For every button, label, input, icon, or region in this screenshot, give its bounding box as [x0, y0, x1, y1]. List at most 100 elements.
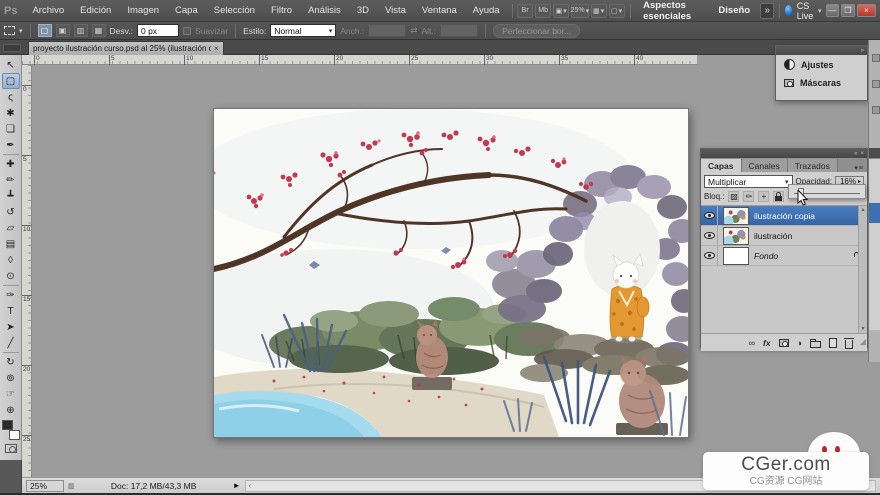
- layer-row-ilustracion[interactable]: ilustración: [701, 226, 867, 246]
- rectangular-marquee-tool[interactable]: ▢: [2, 73, 20, 89]
- dodge-tool[interactable]: ⊙: [2, 268, 20, 284]
- scroll-left-icon[interactable]: ‹: [249, 481, 252, 490]
- quick-mask-button[interactable]: [5, 444, 17, 453]
- quick-selection-tool[interactable]: ✱: [2, 105, 20, 121]
- selection-intersect-button[interactable]: ▦: [92, 24, 106, 37]
- style-select[interactable]: Normal▾: [270, 24, 336, 37]
- close-tab-icon[interactable]: ×: [214, 44, 219, 53]
- layer-style-icon[interactable]: fx: [763, 338, 771, 348]
- selection-add-button[interactable]: ▣: [56, 24, 70, 37]
- menu-archivo[interactable]: Archivo: [25, 2, 71, 19]
- workspace-diseno[interactable]: Diseño: [710, 2, 758, 19]
- new-group-icon[interactable]: [810, 338, 821, 348]
- foreground-color-swatch[interactable]: [2, 420, 13, 430]
- restore-button[interactable]: ❐: [841, 4, 855, 17]
- layer-thumbnail[interactable]: [723, 247, 749, 265]
- collapse-panel-icon[interactable]: «: [854, 151, 857, 157]
- status-menu-arrow-icon[interactable]: ►: [233, 481, 241, 490]
- document-tab[interactable]: proyecto ilustración curso.psd al 25% (i…: [28, 41, 224, 55]
- menu-seleccion[interactable]: Selección: [207, 2, 262, 19]
- screen-mode-icon[interactable]: ▢▾: [609, 4, 625, 18]
- document-canvas[interactable]: [213, 108, 689, 438]
- blend-mode-select[interactable]: Multiplicar▾: [704, 175, 793, 188]
- layer-row-fondo[interactable]: Fondo: [701, 246, 867, 266]
- clone-stamp-tool[interactable]: ┻: [2, 188, 20, 204]
- antialias-checkbox[interactable]: [183, 27, 191, 35]
- eyedropper-tool[interactable]: ✒: [2, 137, 20, 153]
- expand-panel-icon[interactable]: »: [861, 48, 864, 54]
- lasso-tool[interactable]: ς: [2, 89, 20, 105]
- lock-pixels-icon[interactable]: ✏: [743, 191, 754, 202]
- vertical-ruler[interactable]: 0 5 10 15 20 25: [22, 65, 32, 477]
- move-tool[interactable]: ↖: [2, 57, 20, 73]
- adjustments-panel-button[interactable]: Ajustes: [776, 55, 867, 74]
- masks-panel-button[interactable]: Máscaras: [776, 74, 867, 92]
- lock-all-icon[interactable]: [773, 191, 784, 202]
- bridge-icon[interactable]: Br: [517, 4, 533, 18]
- visibility-cell[interactable]: [701, 206, 718, 225]
- line-tool[interactable]: ╱: [2, 335, 20, 351]
- link-layers-icon[interactable]: ∞: [749, 338, 755, 348]
- layer-row-ilustracion-copia[interactable]: ilustración copia: [701, 206, 867, 226]
- zoom-tool[interactable]: ⊕: [2, 402, 20, 418]
- menu-imagen[interactable]: Imagen: [120, 2, 166, 19]
- add-mask-icon[interactable]: [779, 339, 789, 347]
- 3d-rotate-tool[interactable]: ↻: [2, 354, 20, 370]
- workspace-aspectos-esenciales[interactable]: Aspectos esenciales: [635, 0, 708, 25]
- visibility-cell[interactable]: [701, 226, 718, 245]
- resize-grip-icon[interactable]: ◢: [860, 337, 866, 346]
- pen-tool[interactable]: ✑: [2, 287, 20, 303]
- layers-scrollbar[interactable]: ▲ ▼: [858, 206, 867, 333]
- close-panel-icon[interactable]: ×: [860, 151, 864, 157]
- menu-ventana[interactable]: Ventana: [415, 2, 464, 19]
- scroll-up-icon[interactable]: ▲: [861, 207, 866, 213]
- delete-layer-icon[interactable]: [845, 337, 853, 349]
- arrange-documents-icon[interactable]: ▦▾: [591, 4, 607, 18]
- status-options-icon[interactable]: ▥: [68, 482, 75, 490]
- menu-analisis[interactable]: Análisis: [301, 2, 348, 19]
- path-selection-tool[interactable]: ➤: [2, 319, 20, 335]
- menu-filtro[interactable]: Filtro: [264, 2, 299, 19]
- new-layer-icon[interactable]: [829, 338, 837, 348]
- brush-tool[interactable]: ✏: [2, 172, 20, 188]
- visibility-cell[interactable]: [701, 246, 718, 265]
- selection-subtract-button[interactable]: ▥: [74, 24, 88, 37]
- workspace-overflow-button[interactable]: »: [760, 3, 774, 19]
- eraser-tool[interactable]: ▱: [2, 220, 20, 236]
- menu-capa[interactable]: Capa: [168, 2, 205, 19]
- lock-transparency-icon[interactable]: ▨: [728, 191, 739, 202]
- tab-canales[interactable]: Canales: [742, 159, 788, 172]
- close-button[interactable]: ×: [857, 4, 876, 17]
- spot-healing-brush-tool[interactable]: ✚: [2, 156, 20, 172]
- lock-position-icon[interactable]: +: [758, 191, 769, 202]
- chevron-down-icon[interactable]: ▾: [19, 27, 23, 35]
- tab-capas[interactable]: Capas: [701, 159, 742, 172]
- scroll-down-icon[interactable]: ▼: [861, 326, 866, 332]
- layer-thumbnail[interactable]: [723, 207, 749, 225]
- menu-vista[interactable]: Vista: [378, 2, 413, 19]
- menu-ayuda[interactable]: Ayuda: [466, 2, 507, 19]
- history-brush-tool[interactable]: ↺: [2, 204, 20, 220]
- 3d-orbit-tool[interactable]: ⊚: [2, 370, 20, 386]
- crop-tool[interactable]: ❏: [2, 121, 20, 137]
- cs-live-button[interactable]: CS Live: [797, 1, 816, 21]
- gradient-tool[interactable]: ▤: [2, 236, 20, 252]
- hand-tool[interactable]: ☞: [2, 386, 20, 402]
- background-color-swatch[interactable]: [9, 430, 20, 440]
- type-tool[interactable]: T: [2, 303, 20, 319]
- layer-thumbnail[interactable]: [723, 227, 749, 245]
- blur-tool[interactable]: ◊: [2, 252, 20, 268]
- zoom-level-dropdown[interactable]: 25%▾: [571, 4, 588, 18]
- new-adjustment-layer-icon[interactable]: ◑: [797, 338, 802, 348]
- menu-3d[interactable]: 3D: [350, 2, 376, 19]
- menu-edicion[interactable]: Edición: [73, 2, 118, 19]
- zoom-percent-field[interactable]: 25%: [26, 480, 64, 492]
- mini-bridge-icon[interactable]: Mb: [535, 4, 551, 18]
- marquee-tool-icon[interactable]: [4, 26, 15, 35]
- minimize-button[interactable]: —: [826, 4, 840, 17]
- panel-menu-icon[interactable]: ▾≡: [850, 164, 867, 172]
- tab-trazados[interactable]: Trazados: [788, 159, 838, 172]
- horizontal-ruler[interactable]: 0 5 10 15 20 25 30 35 40: [22, 55, 697, 65]
- selection-new-button[interactable]: ▢: [38, 24, 52, 37]
- view-extras-icon[interactable]: ▣▾: [553, 4, 569, 18]
